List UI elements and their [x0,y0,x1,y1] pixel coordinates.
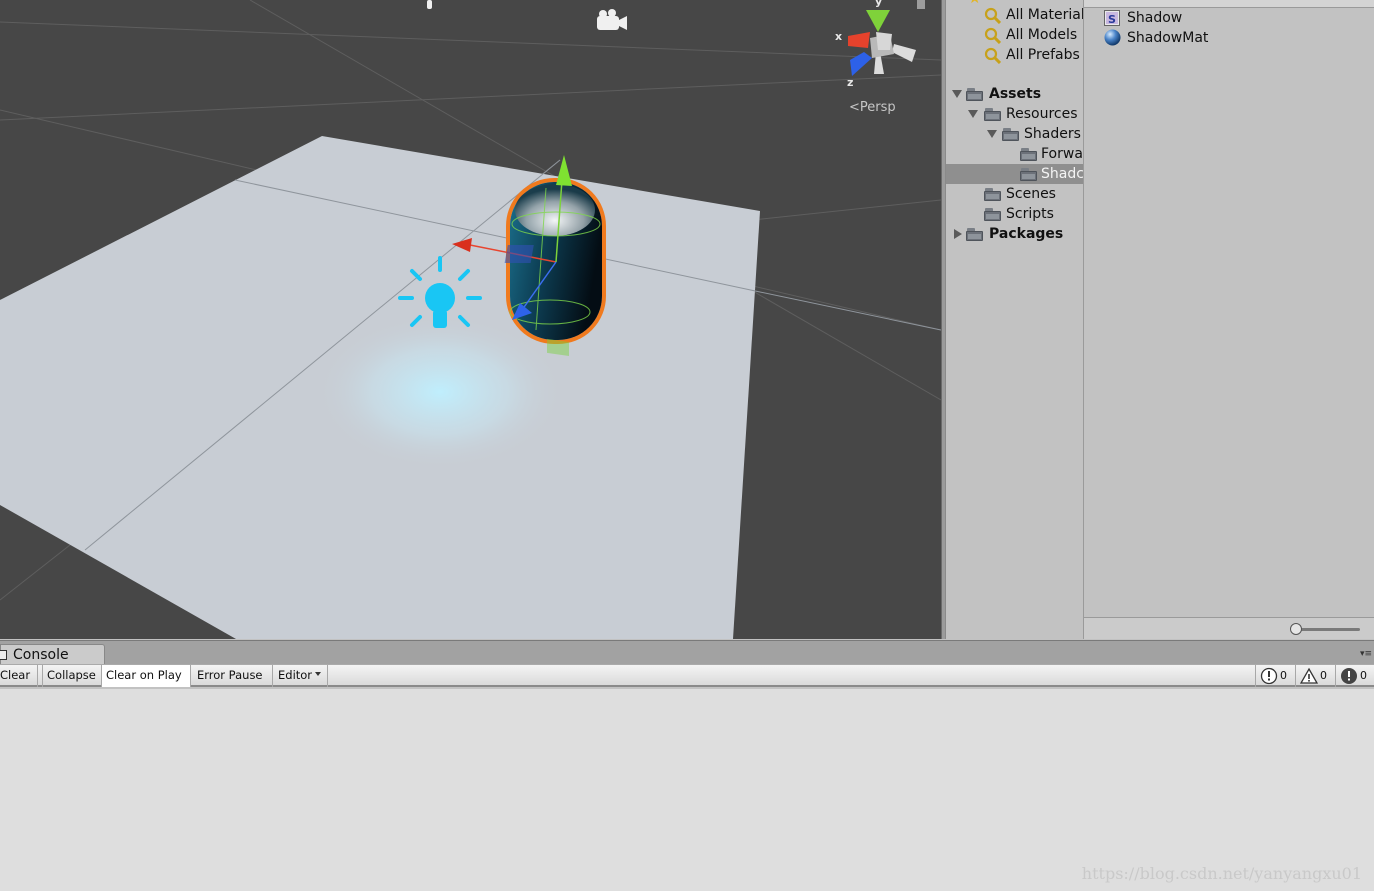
icon-size-slider-track[interactable] [1296,628,1360,631]
error-icon [1341,668,1357,684]
warning-icon [1300,667,1318,684]
favorite-label: All Materials [1006,7,1083,23]
tree-item-shaders[interactable]: Shaders [946,124,1083,144]
expand-arrow-icon[interactable] [954,229,962,239]
unity-editor: x y z <Persp ★ All Materials All Models … [0,0,1374,891]
search-icon [984,47,1001,64]
folder-icon [984,208,1001,221]
info-icon [1260,667,1278,685]
clear-on-play-label: Clear on Play [106,668,182,682]
project-folder-tree[interactable]: ★ All Materials All Models All Prefabs A… [945,0,1083,639]
favorite-item[interactable]: All Materials [946,5,1083,25]
folder-icon [966,228,983,241]
folder-icon [1002,128,1019,141]
expand-arrow-icon[interactable] [987,130,997,138]
icon-size-bar [1084,617,1374,639]
tree-item-label: Scripts [1006,206,1054,222]
favorite-label: All Models [1006,27,1078,43]
tree-item-label: Packages [989,226,1064,242]
tree-item-label: Scenes [1006,186,1056,202]
shader-icon: S [1104,10,1120,26]
tree-item-label: Forwa [1041,146,1083,162]
material-sphere-icon [1104,29,1121,46]
tree-item-resources[interactable]: Resources [946,104,1083,124]
clear-button[interactable]: Clear [0,665,38,687]
scene-canvas[interactable]: x y z [0,0,941,639]
tree-item-label: Assets [989,86,1042,102]
tree-item-assets[interactable]: Assets [946,84,1083,104]
gizmo-x-label: x [835,30,842,43]
project-file-list[interactable]: S Shadow ShadowMat [1083,0,1374,639]
editor-label: Editor [278,668,313,682]
favorite-label: All Prefabs [1006,47,1080,63]
tree-item-shadow-selected[interactable]: Shadc [946,164,1083,184]
folder-icon [966,88,983,101]
clear-label: Clear [0,668,31,682]
clear-on-play-toggle[interactable]: Clear on Play [102,665,191,687]
favorite-item[interactable]: All Prefabs [946,45,1083,65]
editor-dropdown[interactable]: Editor [274,665,328,687]
chevron-down-icon [315,672,322,676]
breadcrumb [1084,0,1374,8]
tree-item-scripts[interactable]: Scripts [946,204,1083,224]
folder-icon [984,188,1001,201]
console-icon [0,650,7,660]
search-icon [984,27,1001,44]
gizmo-y-label: y [875,0,882,8]
info-count-toggle[interactable]: 0 [1255,665,1293,687]
collapse-button[interactable]: Collapse [42,665,102,687]
tab-console[interactable]: Console [0,644,105,665]
search-icon [984,7,1001,24]
folder-icon [1020,168,1037,181]
tree-item-label: Resources [1006,106,1078,122]
console-log-area[interactable]: https://blog.csdn.net/yanyangxu01 [0,689,1374,891]
console-tab-bar: Console ▾≡ [0,640,1374,665]
folder-icon [984,108,1001,121]
tree-item-label: Shaders [1024,126,1081,142]
icon-size-slider-thumb[interactable] [1290,623,1302,635]
scene-view[interactable]: x y z <Persp [0,0,941,639]
panel-menu-icon[interactable]: ▾≡ [1360,649,1372,659]
camera-icon[interactable] [597,9,627,30]
projection-label: Persp [859,100,896,115]
file-label: ShadowMat [1127,30,1209,46]
folder-icon [1020,148,1037,161]
light-glow [315,314,565,470]
error-count: 0 [1360,669,1367,682]
warning-count: 0 [1320,669,1327,682]
tab-label: Console [13,647,69,663]
error-count-toggle[interactable]: 0 [1335,665,1374,687]
expand-arrow-icon[interactable] [952,90,962,98]
warning-count-toggle[interactable]: 0 [1295,665,1333,687]
error-pause-toggle[interactable]: Error Pause [193,665,273,687]
watermark: https://blog.csdn.net/yanyangxu01 [1081,864,1362,883]
gizmo-z-label: z [847,76,853,89]
tree-item-forward[interactable]: Forwa [946,144,1083,164]
object-handle-icon [427,0,432,9]
svg-text:S: S [1108,13,1116,26]
expand-arrow-icon[interactable] [968,110,978,118]
info-count: 0 [1280,669,1287,682]
console-toolbar: Clear Collapse Clear on Play Error Pause… [0,664,1374,687]
orientation-gizmo[interactable]: x y z [835,0,925,89]
file-label: Shadow [1127,10,1183,26]
tree-item-label: Shadc [1041,166,1083,182]
favorite-item[interactable]: All Models [946,25,1083,45]
tree-item-packages[interactable]: Packages [946,224,1083,244]
projection-toggle[interactable]: <Persp [849,100,896,115]
error-pause-label: Error Pause [197,668,263,682]
collapse-label: Collapse [47,668,96,682]
tree-item-scenes[interactable]: Scenes [946,184,1083,204]
chevron-left-icon: < [849,100,860,115]
